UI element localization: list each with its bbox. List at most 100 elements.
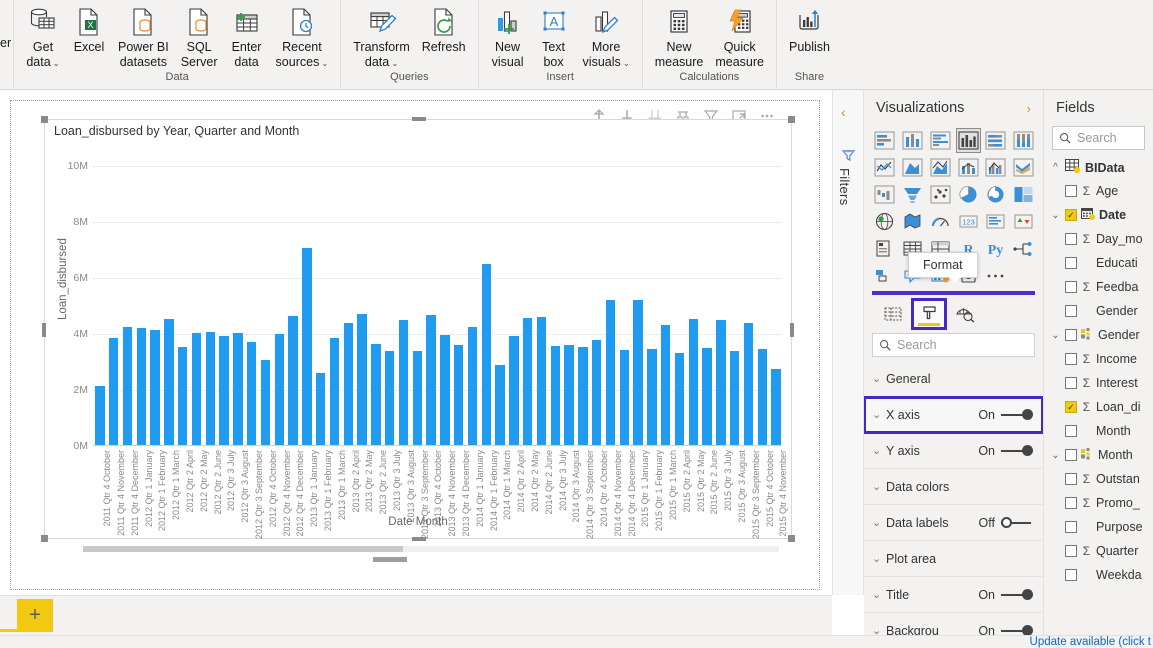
field-checkbox[interactable] xyxy=(1065,377,1077,389)
chevron-down-icon[interactable]: ⌄ xyxy=(872,408,886,421)
format-options-list[interactable]: ⌄ General ⌄ X axis On ⌄ Y axis On ⌄ Data colors ⌄ D… xyxy=(864,361,1043,648)
stacked-bar-chart-icon[interactable] xyxy=(872,128,897,153)
field-item-weekda[interactable]: Weekda xyxy=(1044,563,1153,587)
bar[interactable] xyxy=(164,319,174,446)
field-item-income[interactable]: Σ Income xyxy=(1044,347,1153,371)
get-data-button[interactable]: Get data ⌄ xyxy=(20,3,66,73)
bar[interactable] xyxy=(757,348,767,446)
100-stacked-bar-chart-icon[interactable] xyxy=(983,128,1008,153)
page-tab-bar[interactable]: + xyxy=(0,595,832,635)
bar[interactable] xyxy=(536,317,547,446)
chevron-down-icon[interactable]: ⌄ xyxy=(621,59,630,68)
format-row-data-labels[interactable]: ⌄ Data labels Off xyxy=(864,505,1043,541)
bar[interactable] xyxy=(150,329,160,446)
bar[interactable] xyxy=(385,351,395,446)
enter-data-button[interactable]: Enter data xyxy=(224,3,270,71)
bar[interactable] xyxy=(619,349,629,446)
field-item-outstan[interactable]: Σ Outstan xyxy=(1044,467,1153,491)
field-checkbox[interactable] xyxy=(1065,257,1077,269)
chevron-down-icon[interactable]: ⌄ xyxy=(872,552,886,565)
bar[interactable] xyxy=(260,360,271,446)
bar-series[interactable] xyxy=(93,166,781,446)
line-stacked-column-chart-icon[interactable] xyxy=(956,155,981,180)
100-stacked-column-chart-icon[interactable] xyxy=(1011,128,1036,153)
bar[interactable] xyxy=(302,248,312,446)
line-clustered-column-chart-icon[interactable] xyxy=(983,155,1008,180)
field-checkbox[interactable] xyxy=(1065,233,1077,245)
resize-handle-top-center[interactable] xyxy=(412,117,426,121)
funnel-chart-icon[interactable] xyxy=(900,182,925,207)
add-page-button[interactable]: + xyxy=(17,599,53,632)
visual-horizontal-scrollbar[interactable] xyxy=(83,546,779,552)
card-icon[interactable]: 123 xyxy=(956,209,981,234)
get-more-visuals-icon[interactable] xyxy=(983,263,1008,288)
field-checkbox[interactable] xyxy=(1065,305,1077,317)
bar[interactable] xyxy=(523,318,533,446)
field-item-month[interactable]: ⌄ Month xyxy=(1044,443,1153,467)
field-item-loan-di[interactable]: Σ Loan_di xyxy=(1044,395,1153,419)
format-row-x-axis[interactable]: ⌄ X axis On xyxy=(864,396,1043,434)
field-item-gender[interactable]: ⌄ Gender xyxy=(1044,323,1153,347)
bar[interactable] xyxy=(357,313,367,446)
ribbon-cutoff-button[interactable]: er xyxy=(0,0,14,88)
bar[interactable] xyxy=(219,335,229,446)
bar[interactable] xyxy=(633,300,643,446)
power-bi-datasets-button[interactable]: Power BI datasets xyxy=(112,3,175,71)
fields-tab[interactable] xyxy=(878,301,908,327)
bar[interactable] xyxy=(274,334,284,446)
filled-map-icon[interactable] xyxy=(900,209,925,234)
field-item-date[interactable]: ⌄ Date xyxy=(1044,203,1153,227)
waterfall-chart-icon[interactable] xyxy=(872,182,897,207)
bar[interactable] xyxy=(233,333,243,446)
bar[interactable] xyxy=(495,365,505,446)
bar[interactable] xyxy=(398,320,409,446)
chevron-down-icon[interactable]: ⌄ xyxy=(319,59,329,68)
field-checkbox[interactable] xyxy=(1065,473,1077,485)
new-visual-button[interactable]: New visual xyxy=(485,3,531,71)
field-checkbox[interactable] xyxy=(1065,449,1077,461)
chevron-down-icon[interactable]: ⌄ xyxy=(872,372,886,385)
field-item-quarter[interactable]: Σ Quarter xyxy=(1044,539,1153,563)
bar[interactable] xyxy=(122,327,133,446)
chevron-down-icon[interactable]: ⌄ xyxy=(1050,450,1061,461)
multi-row-card-icon[interactable] xyxy=(983,209,1008,234)
filter-icon[interactable] xyxy=(841,148,856,166)
bar[interactable] xyxy=(412,350,422,446)
python-visual-icon[interactable]: Py xyxy=(983,236,1008,261)
format-tab[interactable] xyxy=(911,298,947,330)
resize-handle-top-right[interactable] xyxy=(788,116,795,123)
bar[interactable] xyxy=(564,344,574,446)
refresh-button[interactable]: Refresh xyxy=(416,3,472,56)
bar[interactable] xyxy=(771,368,781,446)
field-checkbox[interactable] xyxy=(1065,281,1077,293)
chevron-down-icon[interactable]: ⌄ xyxy=(51,59,60,68)
clustered-bar-chart-icon[interactable] xyxy=(928,128,953,153)
field-item-age[interactable]: Σ Age xyxy=(1044,179,1153,203)
bar[interactable] xyxy=(426,314,436,446)
bar[interactable] xyxy=(716,320,726,446)
chevron-up-icon[interactable]: ^ xyxy=(1050,162,1061,173)
field-item-day-mo[interactable]: Σ Day_mo xyxy=(1044,227,1153,251)
report-canvas-area[interactable]: Loan_disbursed by Year, Quarter and Mont… xyxy=(0,90,832,595)
excel-button[interactable]: X Excel xyxy=(66,3,112,56)
field-checkbox[interactable] xyxy=(1065,353,1077,365)
new-measure-button[interactable]: New measure xyxy=(649,3,710,71)
field-checkbox[interactable] xyxy=(1065,521,1077,533)
chevron-down-icon[interactable]: ⌄ xyxy=(872,516,886,529)
fields-table-BIData[interactable]: ^ BIData xyxy=(1044,156,1153,179)
chevron-left-icon[interactable]: ‹ xyxy=(841,104,846,120)
bar[interactable] xyxy=(467,327,478,446)
field-checkbox[interactable] xyxy=(1065,569,1077,581)
fields-pane[interactable]: Fields Search ^ BIData Σ Age ⌄ Date Σ Day_mo E… xyxy=(1044,90,1153,648)
canvas-scrollbar-thumb[interactable] xyxy=(373,557,408,562)
transform-data-button[interactable]: Transform data ⌄ xyxy=(347,3,416,73)
format-row-data-colors[interactable]: ⌄ Data colors xyxy=(864,469,1043,505)
stacked-area-chart-icon[interactable] xyxy=(928,155,953,180)
field-checkbox[interactable] xyxy=(1065,401,1077,413)
chevron-down-icon[interactable]: ⌄ xyxy=(1050,210,1061,221)
canvas-horizontal-scrollbar[interactable] xyxy=(45,554,791,564)
filters-pane-collapsed[interactable]: ‹ Filters xyxy=(832,90,864,595)
bar[interactable] xyxy=(136,327,146,446)
chevron-down-icon[interactable]: ⌄ xyxy=(872,480,886,493)
bar[interactable] xyxy=(674,353,685,446)
